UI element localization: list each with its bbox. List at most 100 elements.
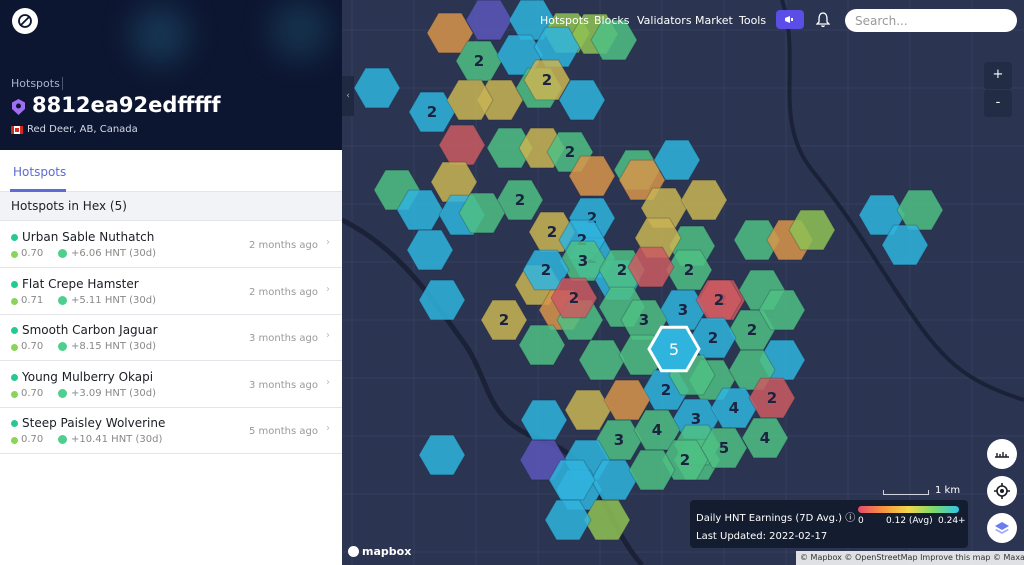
hex-count-label: 3 [678, 301, 688, 319]
panel-tabs: Hotspots [0, 150, 342, 192]
layers-icon [995, 522, 1009, 534]
legend-updated: Last Updated: 2022-02-17 [696, 531, 828, 542]
hotspot-list-item[interactable]: Flat Crepe Hamster 0.71 +5.11 HNT (30d) 2 m… [0, 268, 342, 315]
selected-hex[interactable]: 5 [647, 325, 701, 373]
zoom-out-button[interactable]: - [984, 90, 1012, 117]
announcement-button[interactable] [776, 10, 804, 29]
hotspot-name: Young Mulberry Okapi [22, 369, 154, 384]
hotspot-name: Urban Sable Nuthatch [22, 230, 155, 244]
bell-icon[interactable] [816, 12, 830, 28]
top-nav: Hotspots Blocks Validators Market Tools [342, 0, 1024, 40]
ruler-icon [995, 452, 1009, 458]
list-title: Hotspots in Hex (5) [11, 199, 127, 213]
chevron-right-icon: › [326, 237, 330, 248]
header-glow [130, 5, 190, 65]
chevron-right-icon: › [326, 283, 330, 295]
measure-button[interactable] [987, 439, 1017, 469]
hotspot-list-item[interactable]: Smooth Carbon Jaguar 0.70 +8.15 HNT (30d) 3… [0, 315, 342, 361]
search-input[interactable] [845, 9, 1017, 32]
legend-title: Daily HNT Earnings (7D Avg.) ⓘ [696, 513, 856, 524]
hex-cell[interactable] [680, 179, 728, 221]
reward-scale: 0.70 [21, 387, 44, 399]
hex-map-canvas[interactable]: 2222222223222222322322342345425 [342, 0, 1024, 565]
hex-count-label: 2 [714, 291, 724, 309]
hex-layer: 222222222322222232232234234542 [353, 0, 944, 541]
breadcrumb[interactable]: Hotspots [11, 77, 60, 90]
nav-market[interactable]: Market [695, 14, 733, 27]
hex-count-label: 2 [474, 52, 484, 70]
hotspot-age: 3 months ago [249, 379, 318, 391]
reward-scale-icon [11, 437, 18, 444]
status-online-icon [11, 280, 18, 288]
hex-cell[interactable] [578, 339, 626, 381]
hnt-icon [58, 342, 67, 351]
scale-label: 1 km [935, 485, 961, 496]
nav-blocks[interactable]: Blocks [594, 14, 629, 27]
hex-count-label: 2 [680, 451, 690, 469]
hotspot-list-item[interactable]: Young Mulberry Okapi 0.70 +3.09 HNT (30d) 3… [0, 361, 342, 408]
reward-scale: 0.71 [21, 294, 44, 306]
mapbox-icon [348, 546, 359, 557]
reward-scale: 0.70 [21, 248, 44, 259]
hex-cell[interactable] [564, 389, 612, 431]
hex-cell[interactable] [518, 324, 566, 366]
nav-tools[interactable]: Tools [739, 14, 766, 27]
hex-count-label: 2 [708, 329, 718, 347]
hotspot-list-item[interactable]: Urban Sable Nuthatch 0.70 +6.06 HNT (30d) 2… [0, 222, 342, 268]
hex-count-label: 2 [569, 289, 579, 307]
hotspot-location: Red Deer, AB, Canada [27, 124, 138, 135]
canada-flag-icon [11, 126, 23, 134]
mapbox-logo[interactable]: mapbox [348, 545, 411, 558]
legend-max: 0.24+ [938, 516, 966, 526]
map-attribution[interactable]: © Mapbox © OpenStreetMap Improve this ma… [796, 551, 1024, 565]
reward-scale: 0.70 [21, 341, 44, 352]
hotspot-age: 3 months ago [249, 333, 318, 344]
hotspot-name: Smooth Carbon Jaguar [22, 323, 158, 337]
mapbox-wordmark: mapbox [362, 545, 412, 558]
hex-count-label: 2 [661, 381, 671, 399]
reward-scale-icon [11, 297, 18, 305]
map[interactable]: 2222222223222222322322342345425 ‹ Hotspo… [342, 0, 1024, 565]
layers-button[interactable] [987, 513, 1017, 543]
helium-logo-icon[interactable] [12, 8, 38, 34]
hotspot-title: 8812ea92edfffff [32, 93, 221, 117]
hex-count-label: 4 [729, 399, 739, 417]
reward-scale-icon [11, 390, 18, 398]
hex-count-label: 2 [547, 223, 557, 241]
hex-count-label: 2 [767, 389, 777, 407]
hotspot-panel: Hotspots 8812ea92edfffff Red Deer, AB, C… [0, 0, 342, 565]
hex-cell[interactable] [438, 124, 486, 166]
hex-count-label: 3 [614, 431, 624, 449]
hex-count-label: 2 [617, 261, 627, 279]
chevron-right-icon: › [326, 330, 330, 341]
hex-count-label: 4 [760, 429, 770, 447]
tab-hotspots[interactable]: Hotspots [13, 165, 66, 179]
hex-cell[interactable] [418, 279, 466, 321]
crosshair-icon [994, 483, 1010, 499]
reward-scale-icon [11, 251, 18, 258]
hotspot-age: 5 months ago [249, 426, 318, 437]
hex-cell[interactable] [353, 67, 401, 109]
hex-count-label: 2 [427, 103, 437, 121]
status-online-icon [11, 234, 18, 241]
selected-hex-count: 5 [669, 340, 679, 359]
legend-min: 0 [858, 516, 864, 526]
hex-cell[interactable] [418, 434, 466, 476]
collapse-panel-button[interactable]: ‹ [342, 76, 354, 116]
hotspot-name: Flat Crepe Hamster [22, 276, 139, 291]
hex-count-label: 5 [719, 439, 729, 457]
hex-count-label: 2 [565, 143, 575, 161]
earnings-legend: Daily HNT Earnings (7D Avg.) ⓘ 0 0.12 (A… [690, 500, 968, 548]
status-online-icon [11, 420, 18, 427]
breadcrumb-divider [62, 77, 63, 90]
hotspot-list-item[interactable]: Steep Paisley Wolverine 0.70 +10.41 HNT (3… [0, 408, 342, 454]
locate-button[interactable] [987, 476, 1017, 506]
zoom-in-button[interactable]: + [984, 62, 1012, 89]
hotspot-age: 2 months ago [249, 286, 318, 298]
nav-hotspots[interactable]: Hotspots [540, 14, 589, 27]
nav-validators[interactable]: Validators [637, 14, 692, 27]
hex-count-label: 2 [541, 261, 551, 279]
panel-header: Hotspots 8812ea92edfffff Red Deer, AB, C… [0, 0, 342, 150]
hex-cell[interactable] [896, 189, 944, 231]
reward-scale: 0.70 [21, 434, 44, 445]
